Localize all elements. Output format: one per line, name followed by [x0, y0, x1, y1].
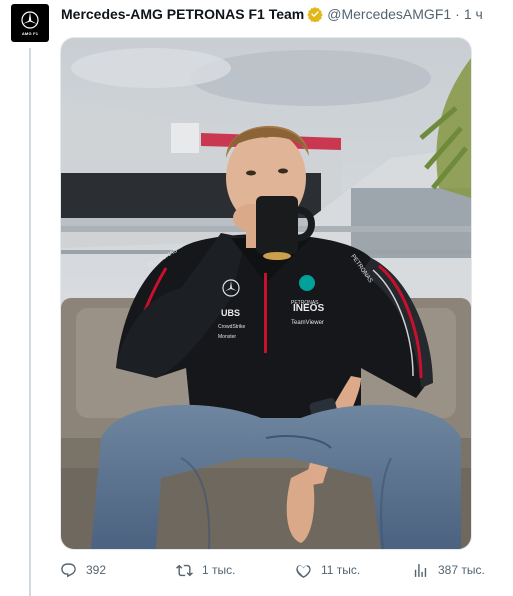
jacket-brand-ineos: INEOS: [293, 303, 324, 314]
reply-button[interactable]: 392: [60, 560, 106, 580]
retweet-count: 1 тыс.: [202, 563, 236, 577]
like-button[interactable]: 11 тыс.: [295, 560, 360, 580]
separator-dot: ·: [455, 6, 460, 22]
verified-badge-icon[interactable]: [307, 6, 323, 23]
mercedes-star-icon: [21, 11, 39, 29]
like-count: 11 тыс.: [321, 563, 361, 577]
jacket-brand-teamviewer: TeamViewer: [291, 320, 324, 326]
views-count: 387 тыс.: [438, 563, 485, 577]
jacket-brand-ubs: UBS: [221, 308, 240, 318]
retweet-icon: [176, 564, 193, 576]
jacket-brand-crowdstrike: CrowdStrike: [218, 324, 245, 330]
thread-connector-line: [29, 48, 31, 596]
tweet-actions: 392 1 тыс. 11 тыс. 387 тыс.: [60, 560, 490, 580]
jacket-brand-monster: Monster: [218, 334, 236, 340]
reply-icon: [61, 562, 76, 577]
tweet-header: Mercedes-AMG PETRONAS F1 Team @MercedesA…: [61, 4, 483, 24]
like-icon: [296, 564, 311, 578]
retweet-button[interactable]: 1 тыс.: [176, 560, 235, 580]
views-icon: [414, 563, 427, 577]
post-time[interactable]: 1 ч: [464, 6, 483, 22]
author-handle[interactable]: @MercedesAMGF1: [327, 6, 451, 22]
tweet-photo[interactable]: PETRONAS INEOS TeamViewer UBS CrowdStrik…: [60, 37, 472, 550]
reply-count: 392: [86, 563, 107, 577]
author-name[interactable]: Mercedes-AMG PETRONAS F1 Team: [61, 6, 304, 22]
views-button[interactable]: 387 тыс.: [412, 560, 485, 580]
avatar[interactable]: AMG F1: [11, 4, 49, 42]
photo-driver-drinking-coffee: PETRONAS INEOS TeamViewer UBS CrowdStrik…: [61, 38, 471, 549]
avatar-label: AMG F1: [21, 31, 39, 36]
